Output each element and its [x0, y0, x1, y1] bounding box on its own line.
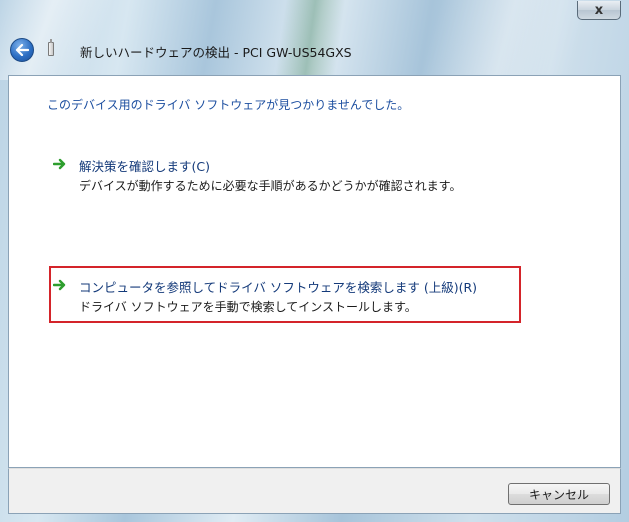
option-description: デバイスが動作するために必要な手順があるかどうかが確認されます。	[79, 179, 462, 193]
glass-reflection	[419, 0, 591, 80]
footer-bar: キャンセル	[8, 468, 621, 514]
close-icon: x	[594, 2, 604, 18]
option-browse-computer[interactable]: コンピュータを参照してドライバ ソフトウェアを検索します (上級)(R) ドライ…	[53, 277, 493, 317]
option-search-solution[interactable]: 解決策を確認します(C) デバイスが動作するために必要な手順があるかどうかが確認…	[53, 156, 473, 196]
back-button[interactable]	[10, 38, 34, 62]
close-button[interactable]: x	[577, 1, 621, 20]
content-pane: このデバイス用のドライバ ソフトウェアが見つかりませんでした。 解決策を確認しま…	[8, 75, 621, 468]
glass-reflection	[274, 0, 346, 80]
option-title[interactable]: コンピュータを参照してドライバ ソフトウェアを検索します (上級)(R)	[79, 277, 477, 296]
page-heading: このデバイス用のドライバ ソフトウェアが見つかりませんでした。	[47, 98, 410, 112]
cancel-button[interactable]: キャンセル	[508, 483, 610, 505]
green-arrow-icon	[53, 279, 66, 291]
option-title[interactable]: 解決策を確認します(C)	[79, 156, 210, 175]
window-title: 新しいハードウェアの検出 - PCI GW-US54GXS	[80, 45, 352, 60]
option-description: ドライバ ソフトウェアを手動で検索してインストールします。	[79, 300, 417, 314]
back-arrow-icon	[15, 44, 29, 56]
usb-device-icon	[48, 39, 54, 56]
green-arrow-icon	[53, 158, 66, 170]
